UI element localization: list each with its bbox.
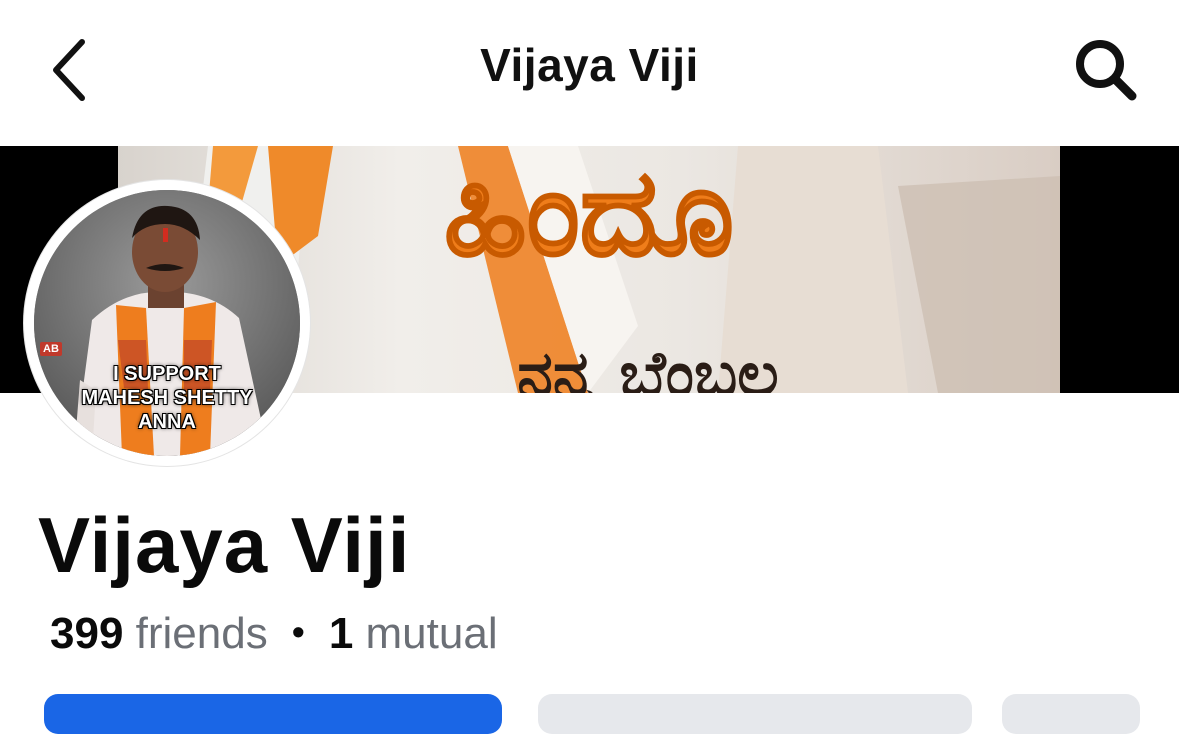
stats-separator: • bbox=[291, 611, 305, 652]
page-title: Vijaya Viji bbox=[480, 39, 699, 91]
mutual-count: 1 bbox=[328, 609, 354, 658]
top-navigation-bar: Vijaya Viji bbox=[0, 0, 1179, 140]
friends-count: 399 bbox=[50, 609, 124, 658]
friends-label: friends bbox=[135, 609, 268, 658]
avatar[interactable]: AB I SUPPORT MAHESH SHETTY ANNA bbox=[34, 190, 300, 456]
cover-headline: ಹಿಂದೂ bbox=[444, 146, 734, 283]
avatar-caption-line: ANNA bbox=[138, 411, 196, 433]
avatar-caption-line: I SUPPORT bbox=[113, 363, 221, 385]
primary-action-button[interactable] bbox=[44, 694, 502, 734]
cover-subline: ನನ್ನ ಬೆಂಬಲ bbox=[517, 338, 779, 393]
friends-summary[interactable]: 399 friends • 1 mutual bbox=[50, 606, 498, 664]
search-button[interactable] bbox=[1066, 34, 1146, 104]
secondary-action-button[interactable] bbox=[538, 694, 972, 734]
avatar-caption: I SUPPORT MAHESH SHETTY ANNA bbox=[34, 362, 300, 434]
search-icon bbox=[1076, 40, 1137, 101]
avatar-caption-line: MAHESH SHETTY bbox=[81, 387, 253, 409]
action-buttons-row bbox=[0, 694, 1179, 734]
more-options-button[interactable] bbox=[1002, 694, 1140, 734]
avatar-badge: AB bbox=[40, 342, 62, 356]
mutual-label: mutual bbox=[365, 609, 498, 658]
profile-name: Vijaya Viji bbox=[38, 501, 411, 589]
